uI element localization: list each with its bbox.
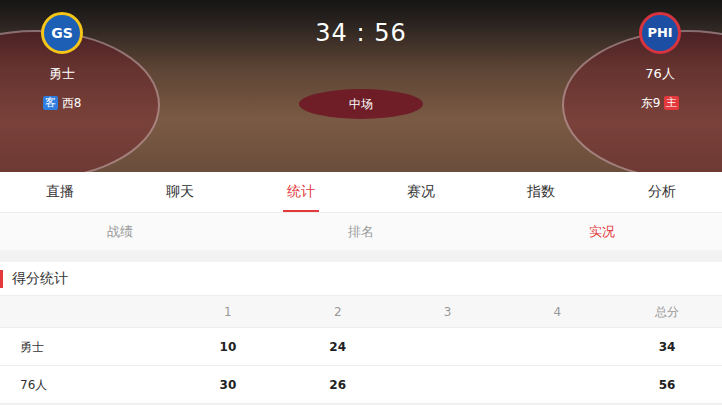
- team-name[interactable]: 76人: [645, 65, 675, 83]
- main-tabs: 直播聊天统计赛况指数分析: [0, 172, 722, 212]
- main-tab[interactable]: 直播: [0, 172, 120, 212]
- home-team: PHI 76人东9主: [598, 0, 722, 172]
- total-cell: 34: [612, 328, 722, 366]
- header-cell: 1: [173, 296, 283, 328]
- header-cell: 4: [502, 296, 612, 328]
- sub-tab[interactable]: 实况: [481, 213, 722, 250]
- rank-label: 东9: [641, 95, 661, 111]
- home-logo-icon[interactable]: PHI: [639, 12, 681, 54]
- header-inner: GS 勇士客西8 34 : 56 中场 PHI 76人东9主: [0, 0, 722, 172]
- quarter-cell: [393, 366, 503, 404]
- team-name[interactable]: 勇士: [49, 65, 75, 83]
- main-tab[interactable]: 分析: [602, 172, 722, 212]
- score-center: 34 : 56 中场: [299, 0, 423, 172]
- team-cell: 76人: [0, 366, 173, 404]
- away-team: GS 勇士客西8: [0, 0, 124, 172]
- side-badge: 客: [43, 96, 58, 110]
- side-badge: 主: [664, 96, 679, 110]
- match-header: GS 勇士客西8 34 : 56 中场 PHI 76人东9主: [0, 0, 722, 172]
- quarter-cell: 10: [173, 328, 283, 366]
- away-logo-icon[interactable]: GS: [41, 12, 83, 54]
- main-tab[interactable]: 聊天: [120, 172, 240, 212]
- main-tab[interactable]: 指数: [481, 172, 601, 212]
- quarter-cell: [502, 328, 612, 366]
- rank-row: 东9主: [641, 95, 680, 111]
- quarter-cell: [393, 328, 503, 366]
- quarter-cell: 26: [283, 366, 393, 404]
- quarter-cell: 24: [283, 328, 393, 366]
- score-table: 1234总分勇士10243476人302656: [0, 296, 722, 404]
- header-cell: 总分: [612, 296, 722, 328]
- main-tab[interactable]: 统计: [241, 172, 361, 212]
- total-cell: 56: [612, 366, 722, 404]
- header-cell: [0, 296, 173, 328]
- match-status: 中场: [299, 89, 423, 119]
- team-cell: 勇士: [0, 328, 173, 366]
- separator: [0, 250, 722, 262]
- quarter-cell: [502, 366, 612, 404]
- main-tab[interactable]: 赛况: [361, 172, 481, 212]
- header-cell: 3: [393, 296, 503, 328]
- sub-tab[interactable]: 排名: [241, 213, 482, 250]
- sub-tabs: 战绩排名实况: [0, 212, 722, 250]
- section-title: 得分统计: [0, 262, 722, 296]
- quarter-cell: 30: [173, 366, 283, 404]
- score: 34 : 56: [315, 18, 406, 48]
- rank-label: 西8: [62, 95, 82, 111]
- sub-tab[interactable]: 战绩: [0, 213, 241, 250]
- rank-row: 客西8: [43, 95, 82, 111]
- header-cell: 2: [283, 296, 393, 328]
